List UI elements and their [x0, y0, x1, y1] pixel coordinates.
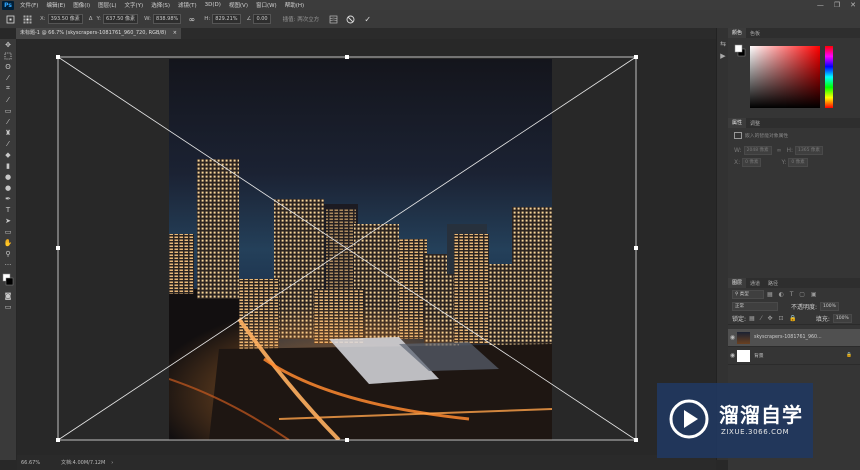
layer-row-background[interactable]: ◉ 背景 🔒 — [728, 347, 860, 365]
handle-bottom-left — [56, 438, 60, 442]
tab-color[interactable]: 颜色 — [728, 28, 747, 38]
handle-top-left — [56, 55, 60, 59]
color-field[interactable] — [750, 46, 820, 108]
layer-lock-icon: 🔒 — [846, 353, 852, 358]
color-panel — [728, 38, 860, 118]
tab-paths[interactable]: 路径 — [764, 280, 782, 287]
watermark: 溜溜自学 ZIXUE.3066.COM — [657, 383, 813, 458]
prop-x-field: 0 像素 — [742, 158, 762, 167]
layer-name: 背景 — [754, 354, 764, 359]
prop-y-label: Y: — [781, 159, 787, 166]
status-arrow-icon[interactable]: › — [111, 460, 113, 466]
prop-h-label: H: — [786, 147, 794, 154]
watermark-title: 溜溜自学 — [719, 403, 803, 427]
blend-mode-select[interactable]: 正常 — [732, 301, 778, 311]
tab-adjustments[interactable]: 调整 — [746, 120, 764, 127]
status-bar: 66.67% 文档:4.00M/7.12M › — [17, 455, 716, 470]
opacity-field[interactable]: 100% — [820, 301, 839, 311]
color-panel-tabs: 颜色 色板 — [728, 28, 860, 38]
handle-right — [634, 246, 638, 250]
watermark-logo-icon — [669, 399, 709, 439]
layer-row-smart-object[interactable]: ◉ skyscrapers-1081761_960... — [728, 329, 860, 347]
properties-subtitle: 嵌入的智能对象属性 — [745, 134, 789, 139]
tab-properties[interactable]: 属性 — [728, 118, 747, 128]
properties-panel: 嵌入的智能对象属性 W: 2048 像素 ∞ H: 1365 像素 X: 0 像… — [728, 128, 860, 278]
layer-name: skyscrapers-1081761_960... — [754, 335, 822, 340]
fill-field[interactable]: 100% — [832, 313, 852, 323]
properties-panel-tabs: 属性 调整 — [728, 118, 860, 128]
prop-x-label: X: — [734, 159, 741, 166]
prop-w-label: W: — [734, 147, 742, 154]
handle-top — [345, 55, 349, 59]
handle-bottom — [345, 438, 349, 442]
layer-filter-select[interactable]: ⚲ 类型 — [732, 289, 764, 299]
visibility-eye-icon[interactable]: ◉ — [728, 334, 737, 341]
handle-left — [56, 246, 60, 250]
layer-thumbnail — [737, 349, 750, 362]
layers-panel-tabs: 图层 通道 路径 — [728, 278, 860, 288]
hue-slider[interactable] — [825, 46, 833, 108]
fg-bg-color-icon[interactable] — [734, 44, 746, 58]
tab-swatches[interactable]: 色板 — [746, 30, 764, 37]
watermark-url: ZIXUE.3066.COM — [721, 428, 790, 436]
prop-link-icon: ∞ — [776, 147, 782, 154]
prop-width-field: 2048 像素 — [743, 146, 772, 155]
lock-icons[interactable]: ▦ ⁄ ✥ ⊡ 🔒 — [749, 315, 799, 322]
document-size: 文档:4.00M/7.12M — [61, 460, 106, 466]
layer-filter-label: 类型 — [739, 291, 749, 297]
layer-thumbnail — [737, 331, 750, 344]
opacity-label: 不透明度: — [791, 303, 818, 311]
lock-label: 锁定: — [732, 315, 747, 323]
prop-height-field: 1365 像素 — [795, 146, 823, 155]
visibility-eye-icon[interactable]: ◉ — [728, 352, 737, 359]
zoom-level[interactable]: 66.67% — [21, 460, 61, 466]
fill-label: 填充: — [815, 315, 830, 323]
handle-bottom-right — [634, 438, 638, 442]
tab-channels[interactable]: 通道 — [746, 280, 764, 287]
tab-layers[interactable]: 图层 — [728, 278, 747, 288]
prop-y-field: 0 像素 — [788, 158, 808, 167]
filter-icons[interactable]: ▦ ◐ T ▢ ▣ — [767, 291, 819, 298]
smart-object-icon — [734, 132, 742, 139]
handle-top-right — [634, 55, 638, 59]
